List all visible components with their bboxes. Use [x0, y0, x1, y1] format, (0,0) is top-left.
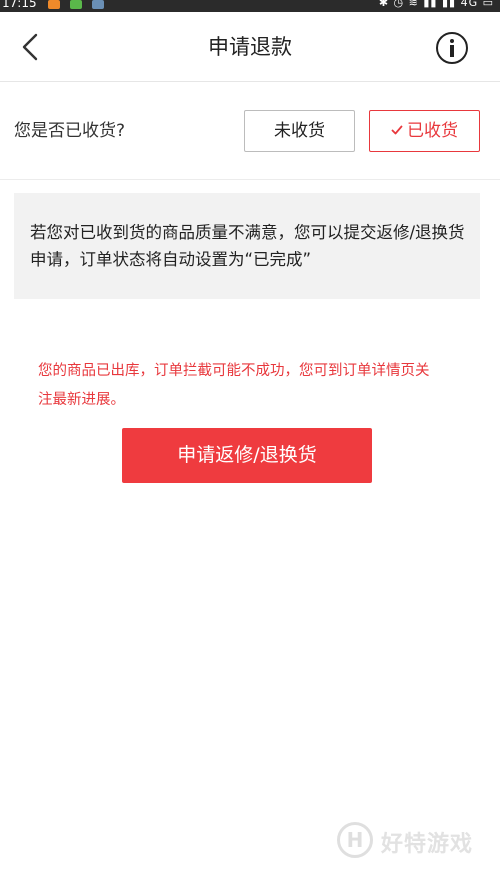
received-label: 已收货: [407, 121, 458, 141]
notice-box: 若您对已收到货的商品质量不满意，您可以提交返修/退换货申请，订单状态将自动设置为…: [14, 193, 480, 299]
app-notification-icon: [48, 0, 60, 9]
status-network: ✱ ◷ ≋ ▮▮ ▮▮ 4G ▭: [379, 0, 494, 9]
network-type: 4G: [460, 0, 479, 9]
info-circle-icon[interactable]: [436, 32, 468, 64]
watermark-text: 好特游戏: [381, 832, 474, 857]
watermark-logo: H: [337, 822, 373, 858]
not-received-button[interactable]: 未收货: [244, 110, 355, 152]
notice-text: 若您对已收到货的商品质量不满意，您可以提交返修/退换货申请，订单状态将自动设置为…: [30, 223, 465, 269]
check-icon: [391, 125, 403, 135]
received-button[interactable]: 已收货: [369, 110, 480, 152]
apply-repair-exchange-button[interactable]: 申请返修/退换货: [122, 428, 372, 483]
header-bar: 申请退款: [0, 12, 500, 82]
watermark: H 好特游戏: [337, 820, 497, 870]
status-bar: 17:15 ✱ ◷ ≋ ▮▮ ▮▮ 4G ▭: [0, 0, 500, 12]
refund-page: 17:15 ✱ ◷ ≋ ▮▮ ▮▮ 4G ▭ 申请退款 您是否已收货? 未收货 …: [0, 0, 500, 875]
received-question-label: 您是否已收货?: [14, 121, 126, 141]
app-notification-icon: [92, 0, 104, 9]
status-time: 17:15: [2, 0, 37, 10]
not-received-label: 未收货: [274, 121, 325, 141]
apply-button-label: 申请返修/退换货: [177, 444, 317, 466]
warning-text: 您的商品已出库，订单拦截可能不成功，您可到订单详情页关注最新进展。: [38, 363, 430, 408]
page-title: 申请退款: [208, 35, 292, 59]
app-notification-icon: [70, 0, 82, 9]
received-question-row: 您是否已收货? 未收货 已收货: [0, 82, 500, 180]
